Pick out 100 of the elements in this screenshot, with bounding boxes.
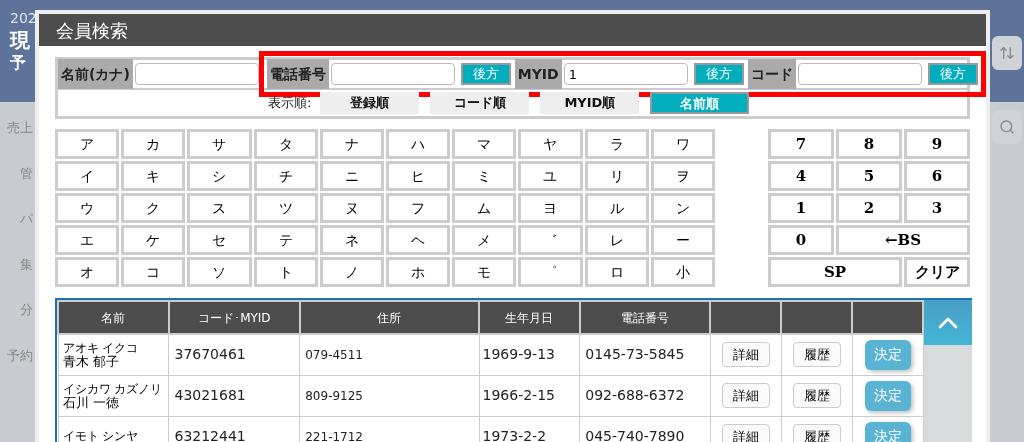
history-button[interactable]: 履歴 <box>792 383 841 409</box>
kana-key[interactable]: ク <box>121 193 186 223</box>
details-button[interactable]: 詳細 <box>721 342 770 368</box>
search-button[interactable] <box>992 110 1022 144</box>
kana-key[interactable]: メ <box>452 225 517 255</box>
kana-key[interactable]: ホ <box>386 257 451 287</box>
kana-name: イシカワ カズノリ <box>62 382 164 396</box>
number-key[interactable]: 4 <box>768 161 834 191</box>
address-cell: 079-4511 <box>299 334 479 375</box>
kana-key[interactable]: ヌ <box>319 193 384 223</box>
kana-key[interactable]: ム <box>452 193 517 223</box>
kana-key[interactable]: ユ <box>518 161 583 191</box>
kana-key[interactable]: ー <box>650 225 715 255</box>
kana-key[interactable]: ト <box>253 257 318 287</box>
member-name: 青木 郁子 <box>62 354 119 368</box>
kana-key[interactable]: カ <box>121 129 186 159</box>
history-button[interactable]: 履歴 <box>792 342 841 368</box>
sort-tab[interactable]: 登録順 <box>320 92 420 114</box>
number-key[interactable]: 5 <box>836 161 902 191</box>
details-button[interactable]: 詳細 <box>721 424 770 442</box>
number-key[interactable]: ←BS <box>836 225 970 255</box>
number-key[interactable]: 3 <box>904 193 970 223</box>
sort-tab[interactable]: コード順 <box>430 92 530 114</box>
kana-key[interactable]: ネ <box>319 225 384 255</box>
field-label: MYID <box>514 59 562 89</box>
kana-key[interactable]: ヲ <box>650 161 715 191</box>
kana-key[interactable]: マ <box>452 129 517 159</box>
sort-tab[interactable]: MYID順 <box>540 92 640 114</box>
birthday-cell: 1969-9-13 <box>479 334 580 375</box>
header-title: 現 <box>10 29 30 51</box>
kana-key[interactable]: レ <box>584 225 649 255</box>
search-input[interactable] <box>797 63 922 85</box>
kana-key[interactable]: ラ <box>584 129 649 159</box>
kana-key[interactable]: イ <box>55 161 120 191</box>
kana-name: イモト シンヤ <box>62 430 140 442</box>
kana-key[interactable]: サ <box>187 129 252 159</box>
kana-key[interactable]: ワ <box>650 129 715 159</box>
number-key[interactable]: 1 <box>768 193 834 223</box>
birthday-cell: 1966-2-15 <box>479 375 580 416</box>
sort-button[interactable] <box>992 36 1022 70</box>
kana-key[interactable]: ソ <box>187 257 252 287</box>
field-label: 電話番号 <box>266 59 329 89</box>
kana-key[interactable]: 小 <box>650 257 715 287</box>
search-input[interactable] <box>330 63 455 85</box>
header-date: 202 <box>10 9 37 28</box>
kana-key[interactable]: ニ <box>319 161 384 191</box>
kana-key[interactable]: ヒ <box>386 161 451 191</box>
kana-key[interactable]: ゛ <box>518 225 583 255</box>
kana-key[interactable]: フ <box>386 193 451 223</box>
kana-key[interactable]: シ <box>187 161 252 191</box>
number-key[interactable]: クリア <box>904 257 970 287</box>
dialog-title: 会員検索 <box>56 18 128 43</box>
kana-key[interactable]: ミ <box>452 161 517 191</box>
search-input[interactable]: 1 <box>563 63 688 85</box>
number-key[interactable]: 9 <box>904 129 970 159</box>
kana-key[interactable]: ア <box>55 129 120 159</box>
kana-key[interactable]: ル <box>584 193 649 223</box>
kana-key[interactable]: ウ <box>55 193 120 223</box>
kana-key[interactable]: オ <box>55 257 120 287</box>
number-key[interactable]: 8 <box>836 129 902 159</box>
kana-key[interactable]: ノ <box>319 257 384 287</box>
kana-key[interactable]: タ <box>253 129 318 159</box>
kana-key[interactable]: コ <box>121 257 186 287</box>
kana-key[interactable]: リ <box>584 161 649 191</box>
column-header: コード･MYID <box>169 301 300 334</box>
history-button[interactable]: 履歴 <box>792 424 841 442</box>
kana-key[interactable]: ロ <box>584 257 649 287</box>
kana-key[interactable]: ナ <box>319 129 384 159</box>
search-input[interactable] <box>134 63 259 85</box>
number-key[interactable]: SP <box>768 257 902 287</box>
kana-name: アオキ イクコ <box>62 341 140 355</box>
header-subtitle: 予 <box>10 52 26 74</box>
kana-key[interactable]: モ <box>452 257 517 287</box>
kana-key[interactable]: ヤ <box>518 129 583 159</box>
details-button[interactable]: 詳細 <box>721 383 770 409</box>
column-header: 生年月日 <box>479 301 580 334</box>
kana-key[interactable]: キ <box>121 161 186 191</box>
number-key[interactable]: 6 <box>904 161 970 191</box>
number-key[interactable]: 0 <box>768 225 834 255</box>
kana-key[interactable]: チ <box>253 161 318 191</box>
number-key[interactable]: 7 <box>768 129 834 159</box>
kana-key[interactable]: ヘ <box>386 225 451 255</box>
kana-key[interactable]: テ <box>253 225 318 255</box>
scroll-up-button[interactable] <box>924 300 972 345</box>
code-cell: 43021681 <box>169 375 300 416</box>
kana-key[interactable]: ハ <box>386 129 451 159</box>
number-key[interactable]: 2 <box>836 193 902 223</box>
kana-key[interactable]: エ <box>55 225 120 255</box>
sort-label: 表示順: <box>268 94 312 113</box>
sort-icon <box>999 45 1015 61</box>
kana-key[interactable]: ツ <box>253 193 318 223</box>
kana-key[interactable]: ン <box>650 193 715 223</box>
kana-key[interactable]: ヨ <box>518 193 583 223</box>
member-name: 石川 一徳 <box>62 395 119 409</box>
kana-key[interactable]: ゜ <box>518 257 583 287</box>
phone-cell: 0145-73-5845 <box>579 334 711 375</box>
kana-key[interactable]: ス <box>187 193 252 223</box>
kana-key[interactable]: ケ <box>121 225 186 255</box>
field-label: コード <box>747 59 796 89</box>
kana-key[interactable]: セ <box>187 225 252 255</box>
